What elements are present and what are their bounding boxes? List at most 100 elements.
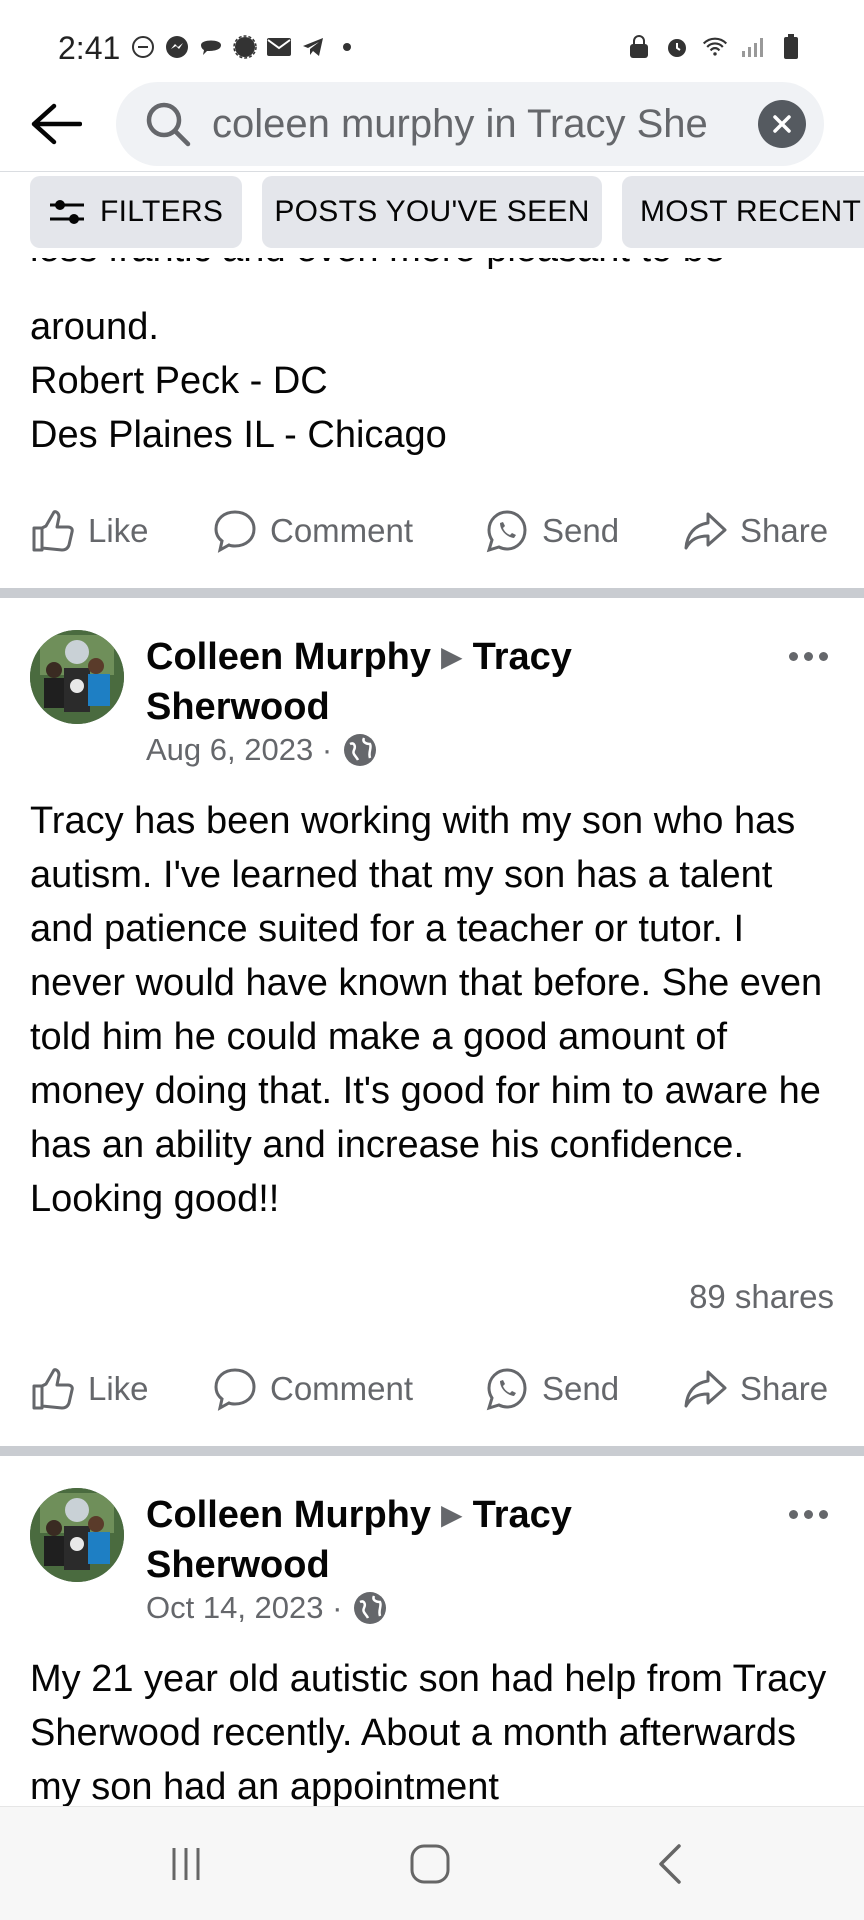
post-actions: Like Comment Send Share — [0, 498, 864, 564]
post-text-line: around. — [30, 306, 159, 348]
whatsapp-send-icon — [486, 510, 527, 553]
profile-photo — [30, 1488, 124, 1582]
post-divider — [0, 588, 864, 598]
system-navigation-bar — [0, 1806, 864, 1920]
cut-off-text: less frantic and even more pleasant to b… — [30, 258, 725, 271]
dot-icon — [818, 651, 828, 661]
like-icon — [32, 510, 74, 552]
globe-icon — [344, 734, 377, 766]
search-query[interactable]: coleen murphy in Tracy She — [212, 102, 712, 147]
post-author-line: Colleen Murphy ▶ Tracy Sherwood — [146, 632, 726, 732]
like-label: Like — [88, 1370, 149, 1407]
battery-icon — [778, 34, 804, 60]
whatsapp-send-icon — [486, 1368, 527, 1411]
system-icons — [626, 34, 804, 60]
comment-label: Comment — [270, 1370, 414, 1407]
send-label: Send — [542, 512, 620, 549]
lock-icon — [626, 34, 652, 60]
post-date[interactable]: Oct 14, 2023 · — [146, 1590, 342, 1626]
like-label: Like — [88, 512, 149, 549]
filters-chip[interactable]: FILTERS — [30, 176, 242, 248]
shares-count[interactable]: 89 shares — [689, 1278, 834, 1316]
home-icon — [410, 1844, 450, 1884]
avatar[interactable] — [30, 630, 124, 724]
post-divider — [0, 1446, 864, 1456]
author-name[interactable]: Colleen Murphy — [146, 1494, 431, 1536]
like-icon — [32, 1368, 74, 1410]
dot-icon — [803, 651, 813, 661]
chat-icon — [198, 34, 224, 60]
post-actions: Like Comment Send Share — [0, 1356, 864, 1422]
back-nav-button[interactable] — [640, 1837, 700, 1891]
alarm-icon — [664, 34, 690, 60]
recent-apps-icon — [172, 1848, 200, 1880]
most-recent-chip[interactable]: MOST RECENT — [622, 176, 864, 248]
recent-apps-button[interactable] — [156, 1837, 216, 1891]
avatar[interactable] — [30, 1488, 124, 1582]
globe-icon — [354, 1592, 387, 1624]
post-body: Tracy has been working with my son who h… — [30, 800, 823, 1220]
target-name[interactable]: Tracy — [473, 636, 572, 678]
notification-icons — [130, 34, 360, 60]
mail-icon — [266, 34, 292, 60]
send-button[interactable]: Send — [484, 498, 619, 564]
clear-search-button[interactable] — [758, 100, 806, 148]
more-options-button[interactable] — [778, 1494, 838, 1534]
signal-app-icon — [232, 34, 258, 60]
filter-chips: FILTERS POSTS YOU'VE SEEN MOST RECENT — [0, 172, 864, 258]
cell-signal-icon — [740, 34, 766, 60]
comment-label: Comment — [270, 512, 414, 549]
dot-icon — [803, 1509, 813, 1519]
post-date[interactable]: Aug 6, 2023 · — [146, 732, 332, 768]
share-label: Share — [740, 512, 829, 549]
back-arrow-icon — [31, 103, 82, 145]
search-icon — [146, 102, 191, 147]
telegram-icon — [300, 34, 326, 60]
most-recent-label: MOST RECENT — [640, 195, 862, 228]
dot-icon — [788, 1509, 798, 1519]
post-body: My 21 year old autistic son had help fro… — [30, 1658, 827, 1806]
send-button[interactable]: Send — [484, 1356, 619, 1422]
author-name[interactable]: Colleen Murphy — [146, 636, 431, 678]
profile-photo — [30, 630, 124, 724]
comment-icon — [214, 1368, 256, 1411]
more-options-button[interactable] — [778, 636, 838, 676]
status-bar: 2:41 — [0, 0, 864, 76]
messenger-icon — [164, 34, 190, 60]
filters-label: FILTERS — [100, 195, 224, 228]
wifi-icon — [702, 34, 728, 60]
share-button[interactable]: Share — [682, 498, 828, 564]
posts-seen-chip[interactable]: POSTS YOU'VE SEEN — [262, 176, 602, 248]
chevron-left-icon — [659, 1844, 681, 1884]
like-button[interactable]: Like — [30, 498, 149, 564]
target-name-continued[interactable]: Sherwood — [146, 1544, 330, 1586]
comment-button[interactable]: Comment — [212, 498, 413, 564]
search-results-feed[interactable]: less frantic and even more pleasant to b… — [0, 258, 864, 1806]
posts-seen-label: POSTS YOU'VE SEEN — [274, 195, 590, 228]
comment-button[interactable]: Comment — [212, 1356, 413, 1422]
like-button[interactable]: Like — [30, 1356, 149, 1422]
target-name[interactable]: Tracy — [473, 1494, 572, 1536]
post-meta: Oct 14, 2023 · — [146, 1590, 388, 1626]
share-label: Share — [740, 1370, 829, 1407]
share-icon — [684, 1370, 727, 1408]
dnd-icon — [130, 34, 156, 60]
share-button[interactable]: Share — [682, 1356, 828, 1422]
send-label: Send — [542, 1370, 620, 1407]
back-button[interactable] — [26, 94, 86, 154]
search-input[interactable]: coleen murphy in Tracy She — [116, 82, 824, 166]
comment-icon — [214, 510, 256, 553]
post-text-line: Des Plaines IL - Chicago — [30, 414, 447, 456]
post-meta: Aug 6, 2023 · — [146, 732, 378, 768]
target-name-continued[interactable]: Sherwood — [146, 686, 330, 728]
post-text-line: Robert Peck - DC — [30, 360, 328, 402]
triangle-right-icon: ▶ — [441, 1499, 463, 1530]
post-card: Colleen Murphy ▶ Tracy Sherwood Aug 6, 202… — [0, 598, 864, 1220]
close-icon — [773, 115, 791, 133]
more-notifications-icon — [334, 34, 360, 60]
home-button[interactable] — [400, 1837, 460, 1891]
triangle-right-icon: ▶ — [441, 641, 463, 672]
dot-icon — [818, 1509, 828, 1519]
post-author-line: Colleen Murphy ▶ Tracy Sherwood — [146, 1490, 726, 1590]
share-icon — [684, 512, 727, 550]
